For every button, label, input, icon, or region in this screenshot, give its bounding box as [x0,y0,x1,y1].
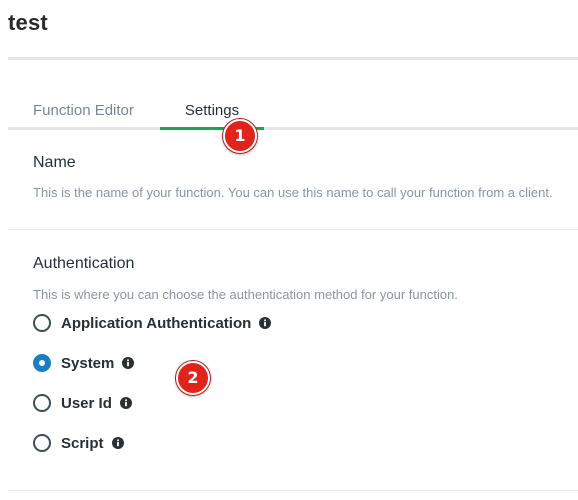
info-icon[interactable] [122,357,135,369]
name-section-description: This is the name of your function. You c… [33,185,553,200]
tab-bar-divider [8,127,578,130]
auth-option-system[interactable]: System [33,352,135,374]
tab-settings[interactable]: Settings [160,102,264,119]
radio-button[interactable] [33,314,51,332]
auth-option-user-id[interactable]: User Id [33,392,132,414]
authentication-section-heading: Authentication [33,255,135,272]
header-divider [8,57,578,60]
annotation-badge-2: 2 [176,361,210,395]
radio-button-selected[interactable] [33,354,51,372]
section-divider [8,490,578,491]
auth-option-label: User Id [61,394,112,412]
section-divider [8,229,578,230]
info-icon[interactable] [259,317,272,329]
auth-option-label: System [61,354,115,372]
radio-button[interactable] [33,394,51,412]
annotation-badge-1: 1 [223,119,257,153]
auth-option-label: Script [61,434,104,452]
radio-button[interactable] [33,434,51,452]
auth-option-application-authentication[interactable]: Application Authentication [33,312,272,334]
page-title: test [8,10,48,35]
info-icon[interactable] [119,397,132,409]
name-section-heading: Name [33,154,76,171]
info-icon[interactable] [111,437,124,449]
authentication-section-description: This is where you can choose the authent… [33,287,458,302]
tab-function-editor[interactable]: Function Editor [33,102,134,119]
tab-bar: Function Editor Settings [8,90,578,130]
auth-option-script[interactable]: Script [33,432,124,454]
auth-option-label: Application Authentication [61,314,252,332]
